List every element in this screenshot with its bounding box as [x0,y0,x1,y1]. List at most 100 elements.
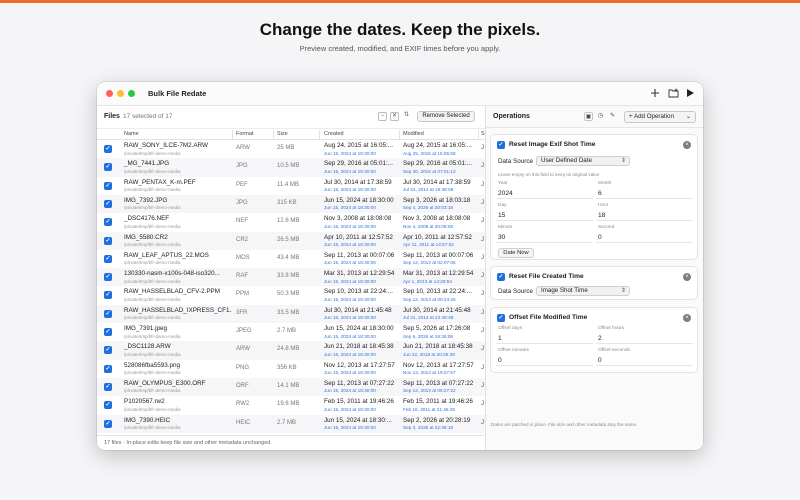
operation-enable-checkbox[interactable]: ✓ [497,273,505,281]
file-format: PPM [236,291,250,298]
sort-icon[interactable]: ⇅ [402,112,411,121]
row-checkbox[interactable]: ✓ [104,328,112,336]
column-header-format[interactable]: Format [236,131,253,137]
column-header-name[interactable]: Name [124,131,139,137]
modified-date: Sep 11, 2013 at 07:27:22 [403,379,474,387]
minute-field[interactable]: 30 [496,232,593,243]
file-format: JPEG [236,328,252,334]
remove-operation-icon[interactable]: × [683,314,691,322]
table-row[interactable]: ✓ IMG_7392.JPG/private/tmp/bfr-demo-media… [97,194,485,214]
table-row[interactable]: ✓ RAW_HASSELBLAD_CFV-2.PPM/private/tmp/bf… [97,286,485,304]
edit-icon[interactable]: ✎ [608,112,617,121]
table-row[interactable]: ✓ 130330-nasm-x100s-048-iso320.../private… [97,268,485,287]
day-field[interactable]: 15 [496,210,593,221]
created-date-new: Jun 15, 2024 at 18:30:00 [324,315,376,321]
play-icon[interactable] [684,88,696,100]
row-checkbox[interactable]: ✓ [104,254,112,263]
close-window-button[interactable] [106,90,113,97]
file-list[interactable]: ✓ RAW_SONY_ILCE-7M2.ARW/private/tmp/bfr-d… [97,140,485,434]
hour-field[interactable]: 18 [596,210,693,221]
operation-enable-checkbox[interactable]: ✓ [497,314,505,322]
table-row[interactable]: ✓ RAW_SONY_ILCE-7M2.ARW/private/tmp/bfr-d… [97,140,485,158]
column-divider[interactable] [232,130,233,139]
table-row[interactable]: ✓ RAW_LEAF_APTUS_22.MOS/private/tmp/bfr-d… [97,250,485,268]
file-path: /private/tmp/bfr-demo-media [124,351,181,357]
data-source-select[interactable]: Image Shot Time ⇕ [536,286,630,296]
operation-card-exif: ✓ Reset Image Exif Shot Time × Data Sour… [490,134,698,260]
select-all-icon[interactable]: ✕ [390,112,399,121]
offset-hours-field[interactable]: 2 [596,333,693,344]
history-icon[interactable]: ◷ [596,112,605,121]
modified-date: Mar 31, 2013 at 12:29:54 [403,270,474,278]
row-checkbox[interactable]: ✓ [104,181,112,190]
offset-minutes-field[interactable]: 0 [496,355,593,366]
column-divider[interactable] [478,130,479,139]
row-checkbox[interactable]: ✓ [104,364,112,373]
truncated-column-value: J [481,254,484,261]
remove-operation-icon[interactable]: × [683,273,691,281]
file-name: _DSC4176.NEF [124,215,170,223]
offset-days-field[interactable]: 1 [496,333,593,344]
modified-date: Nov 3, 2008 at 18:08:08 [403,215,471,223]
column-divider[interactable] [399,130,400,139]
date-now-button[interactable]: Date Now [498,248,534,258]
table-row[interactable]: ✓ _MG_7441.JPG/private/tmp/bfr-demo-media… [97,158,485,177]
column-divider[interactable] [273,130,274,139]
row-checkbox[interactable]: ✓ [104,401,112,410]
table-row[interactable]: ✓ IMG_5580.CR2/private/tmp/bfr-demo-media… [97,231,485,250]
operation-title: Reset File Created Time [509,273,584,280]
table-row[interactable]: ✓ RAW_HASSELBLAD_IXPRESS_CF1.../private/t… [97,304,485,323]
table-row[interactable]: ✓ 528086fba5593.png/private/tmp/bfr-demo-… [97,360,485,378]
file-format: HEIC [236,419,251,426]
column-header-size[interactable]: Size [277,131,288,137]
remove-selected-button[interactable]: Remove Selected [417,111,475,122]
row-checkbox[interactable]: ✓ [104,145,112,153]
file-size: 12.6 MB [277,218,300,225]
table-row[interactable]: ✓ _DSC4176.NEF/private/tmp/bfr-demo-media… [97,213,485,231]
add-operation-button[interactable]: + Add Operation ⌄ [624,111,696,123]
zoom-window-button[interactable] [128,90,135,97]
data-source-select[interactable]: User Defined Date ⇕ [536,156,630,166]
column-header-modified[interactable]: Modified [403,131,424,137]
row-checkbox[interactable]: ✓ [104,199,112,208]
row-checkbox[interactable]: ✓ [104,236,112,245]
row-checkbox[interactable]: ✓ [104,291,112,300]
row-checkbox[interactable]: ✓ [104,218,112,227]
table-row[interactable]: ✓ P1020567.rw2/private/tmp/bfr-demo-media… [97,396,485,414]
created-date-new: Jun 15, 2024 at 18:30:00 [324,150,376,156]
row-checkbox[interactable]: ✓ [104,273,112,282]
plus-icon[interactable] [649,88,661,100]
modified-date: Sep 11, 2013 at 00:07:06 [403,251,474,259]
file-size: 43.4 MB [277,254,300,261]
deselect-icon[interactable]: − [378,112,387,121]
data-source-label: Data Source [498,158,534,165]
truncated-column-value: J [481,328,484,334]
offset-seconds-field[interactable]: 0 [596,355,693,366]
file-name: IMG_7390.HEIC [124,416,171,424]
row-checkbox[interactable]: ✓ [104,163,112,172]
year-field[interactable]: 2024 [496,188,593,199]
table-row[interactable]: ✓ _DSC1128.ARW/private/tmp/bfr-demo-media… [97,341,485,360]
table-row[interactable]: ✓ IMG_7390.HEIC/private/tmp/bfr-demo-medi… [97,414,485,433]
created-date: Jun 15, 2024 at 18:30:00 [324,196,394,204]
month-field[interactable]: 6 [596,188,693,199]
second-field[interactable]: 0 [596,232,693,243]
file-path: /private/tmp/bfr-demo-media [124,260,181,266]
folder-add-icon[interactable] [667,88,679,100]
day-label: Day [498,203,507,208]
column-header-created[interactable]: Created [324,131,344,137]
remove-operation-icon[interactable]: × [683,141,691,149]
row-checkbox[interactable]: ✓ [104,382,112,391]
save-icon[interactable]: ▣ [584,112,593,121]
column-divider[interactable] [319,130,320,139]
file-name: IMG_5580.CR2 [124,233,168,241]
modified-date-new: Feb 16, 2011 at 21:46:26 [403,406,456,412]
row-checkbox[interactable]: ✓ [104,309,112,318]
row-checkbox[interactable]: ✓ [104,346,112,355]
table-row[interactable]: ✓ RAW_PENTAX_K-m.PEF/private/tmp/bfr-demo… [97,177,485,195]
operation-enable-checkbox[interactable]: ✓ [497,141,505,149]
table-row[interactable]: ✓ RAW_OLYMPUS_E300.ORF/private/tmp/bfr-de… [97,377,485,397]
row-checkbox[interactable]: ✓ [104,419,112,428]
table-row[interactable]: ✓ IMG_7391.jpeg/private/tmp/bfr-demo-medi… [97,323,485,341]
minimize-window-button[interactable] [117,90,124,97]
